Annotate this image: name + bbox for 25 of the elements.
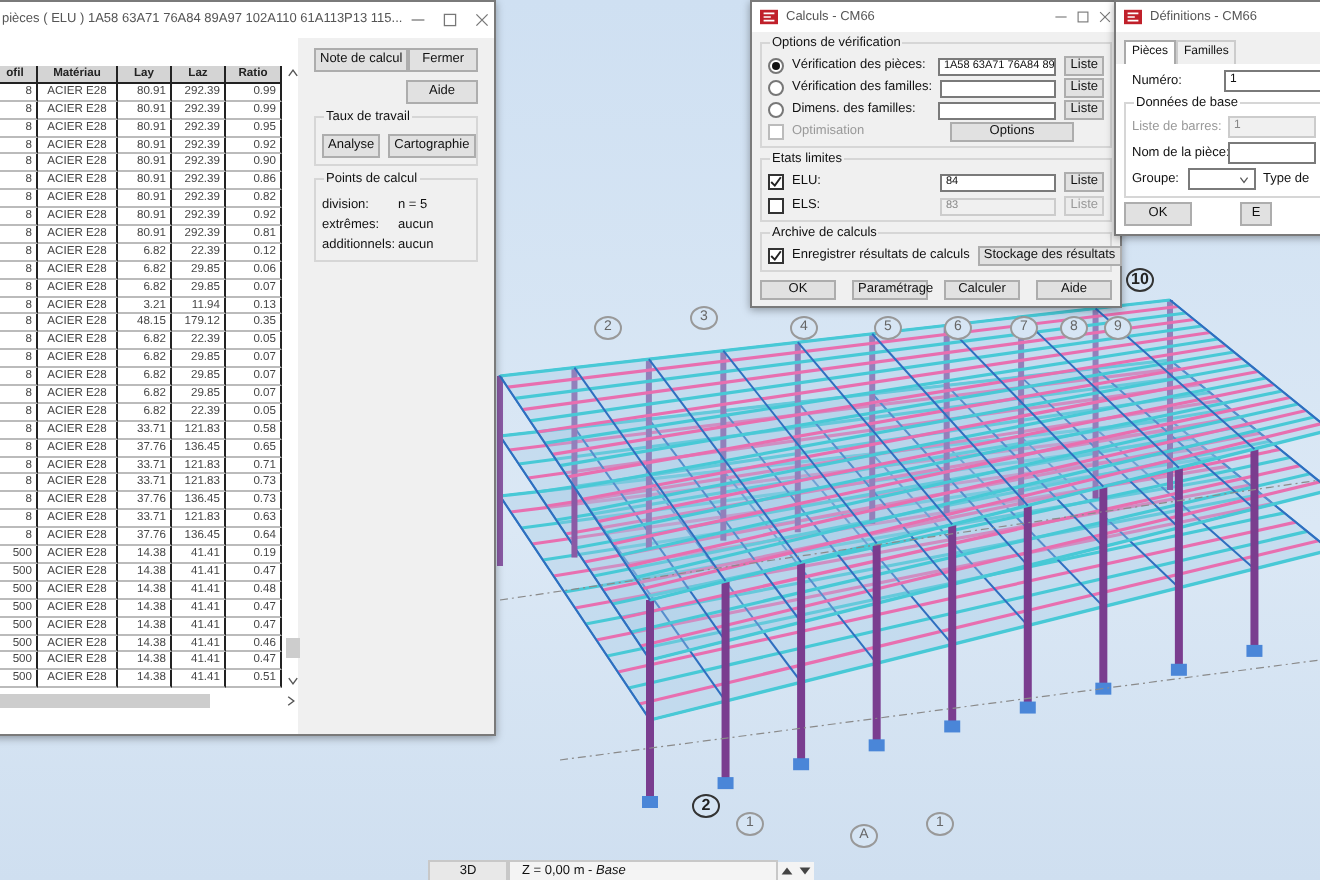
maximize-icon[interactable]	[1076, 10, 1090, 24]
close-icon[interactable]	[474, 12, 491, 28]
scroll-right-icon[interactable]	[284, 694, 298, 709]
dropdown-caret-icon	[1237, 173, 1249, 185]
radio-button[interactable]	[768, 80, 784, 96]
scrollbar-thumb[interactable]	[0, 694, 210, 709]
maximize-icon[interactable]	[442, 12, 459, 28]
checkbox[interactable]	[768, 248, 784, 264]
radio-button[interactable]	[768, 58, 784, 74]
scroll-down-icon[interactable]	[286, 674, 300, 689]
up-arrow-icon[interactable]	[778, 862, 796, 880]
close-icon[interactable]	[1098, 10, 1112, 24]
radio-button[interactable]	[768, 102, 784, 118]
dropdown[interactable]	[1187, 168, 1255, 190]
scrollbar-thumb[interactable]	[286, 638, 300, 659]
checkbox[interactable]	[768, 174, 784, 190]
text-field[interactable]	[1228, 142, 1316, 164]
text-field[interactable]	[937, 101, 1057, 119]
down-arrow-icon[interactable]	[796, 862, 814, 880]
grid-marker: 10	[1126, 268, 1154, 292]
scroll-up-icon[interactable]	[286, 66, 300, 80]
app-icon	[760, 8, 778, 26]
app-icon	[1124, 8, 1142, 26]
text-field[interactable]	[940, 79, 1057, 97]
grid-marker: 2	[692, 794, 720, 818]
